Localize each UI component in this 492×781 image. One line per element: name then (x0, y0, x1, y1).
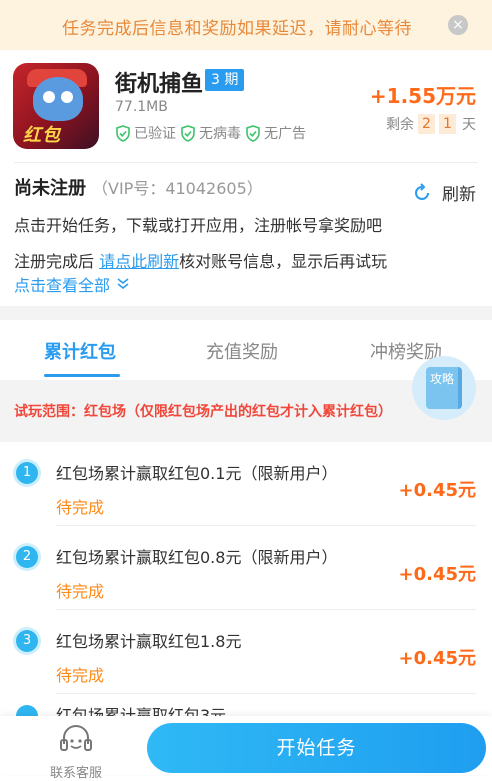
divider (14, 162, 478, 163)
tab-cumulative-redpacket[interactable]: 累计红包 (44, 338, 116, 364)
scope-text: 试玩范围：红包场（仅限红包场产出的红包才计入累计红包） (14, 404, 392, 420)
registration-status: 尚未注册 （VIP号：41042605） (14, 174, 263, 200)
instruction-text: 点击开始任务，下载或打开应用，注册帐号拿奖励吧 (14, 216, 383, 235)
task-number (16, 705, 38, 716)
headset-icon (60, 725, 92, 751)
app-icon-eye (43, 91, 55, 103)
task-reward: +0.45元 (398, 648, 477, 669)
vip-number: （VIP号：41042605） (92, 179, 263, 198)
refresh-icon (415, 182, 429, 200)
task-number: 2 (16, 546, 38, 568)
shield-check-icon (181, 124, 195, 142)
task-status: 待完成 (56, 666, 105, 685)
refresh-link[interactable]: 请点此刷新 (99, 252, 179, 271)
task-row: 2 红包场累计赢取红包0.8元（限新用户） 待完成 +0.45元 (0, 528, 492, 610)
remain-digit: 2 (418, 114, 435, 134)
instruction-pre: 注册完成后 (14, 252, 100, 271)
safety-no-virus: 无病毒 (180, 123, 241, 143)
total-reward: +1.55万元 (369, 84, 476, 108)
task-status: 待完成 (56, 582, 105, 601)
task-name: 红包场累计赢取红包3元 (56, 706, 227, 716)
active-tab-indicator (44, 374, 120, 377)
safety-label: 已验证 (134, 126, 176, 142)
customer-service-label: 联系客服 (49, 766, 102, 781)
divider (56, 525, 476, 526)
customer-service-button[interactable]: 联系客服 (36, 724, 116, 781)
view-all-link[interactable]: 点击查看全部 (14, 272, 130, 296)
notice-banner: 任务完成后信息和奖励如果延迟，请耐心等待 × (0, 0, 492, 50)
instruction-text-2: 注册完成后 请点此刷新核对账号信息，显示后再试玩 (14, 248, 387, 272)
task-reward: +0.45元 (398, 480, 477, 501)
chevron-double-down-icon (117, 278, 129, 290)
safety-verified: 已验证 (115, 123, 176, 143)
notice-text: 任务完成后信息和奖励如果延迟，请耐心等待 (62, 19, 412, 39)
app-size: 77.1MB (115, 99, 168, 115)
app-icon-face (33, 77, 83, 121)
book-icon: 攻略 (426, 367, 462, 409)
task-status: 待完成 (56, 498, 105, 517)
refresh-label: 刷新 (442, 185, 476, 205)
period-badge: 3 期 (205, 69, 245, 91)
tab-recharge-reward[interactable]: 充值奖励 (206, 338, 278, 364)
remain-unit: 天 (462, 117, 476, 133)
shield-check-icon (246, 124, 260, 142)
task-name: 红包场累计赢取红包0.1元（限新用户） (56, 464, 338, 483)
safety-label: 无病毒 (199, 126, 241, 142)
safety-no-ads: 无广告 (245, 123, 306, 143)
task-row-partial: 红包场累计赢取红包3元 (0, 700, 492, 716)
guide-button[interactable]: 攻略 (412, 356, 476, 420)
task-row: 3 红包场累计赢取红包1.8元 待完成 +0.45元 (0, 612, 492, 694)
app-icon: 红包 (13, 63, 99, 149)
task-reward: +0.45元 (398, 564, 477, 585)
task-row: 1 红包场累计赢取红包0.1元（限新用户） 待完成 +0.45元 (0, 444, 492, 526)
safety-tags: 已验证 无病毒 无广告 (115, 123, 310, 143)
app-name: 街机捕鱼 (115, 72, 204, 97)
instruction-post: 核对账号信息，显示后再试玩 (179, 252, 388, 271)
app-icon-eye (61, 91, 73, 103)
remain-digit: 1 (439, 114, 456, 134)
status-title: 尚未注册 (14, 178, 86, 199)
section-gap (0, 306, 492, 320)
shield-check-icon (116, 124, 130, 142)
bottom-bar: 联系客服 开始任务 (0, 716, 492, 781)
safety-label: 无广告 (264, 126, 306, 142)
task-name: 红包场累计赢取红包0.8元（限新用户） (56, 548, 338, 567)
divider (56, 693, 476, 694)
app-icon-tag: 红包 (23, 125, 61, 146)
task-name: 红包场累计赢取红包1.8元 (56, 632, 242, 651)
view-all-label: 点击查看全部 (14, 276, 111, 295)
close-icon[interactable]: × (448, 15, 468, 35)
divider (56, 609, 476, 610)
remaining-days: 剩余 2 1 天 (386, 114, 476, 134)
remain-label: 剩余 (386, 117, 414, 133)
task-number: 3 (16, 630, 38, 652)
start-task-button[interactable]: 开始任务 (147, 723, 486, 773)
refresh-button[interactable]: 刷新 (412, 180, 476, 205)
task-number: 1 (16, 462, 38, 484)
